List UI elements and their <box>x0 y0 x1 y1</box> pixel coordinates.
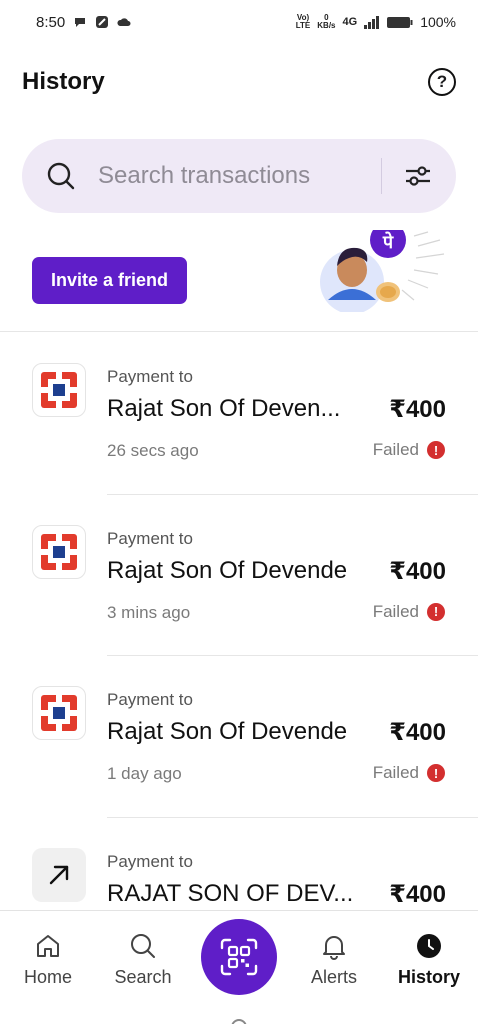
status-badge: Failed! <box>373 763 445 783</box>
home-icon <box>33 931 63 961</box>
payment-type: Payment to <box>107 367 193 386</box>
network-speed: 0 KB/s <box>317 13 336 30</box>
transaction-list: Payment to Rajat Son Of Deven... ₹400 26… <box>0 333 478 911</box>
alert-icon: ! <box>427 764 445 782</box>
transaction-row[interactable]: Payment to Rajat Son Of Devende ₹400 1 d… <box>0 656 478 818</box>
nav-history[interactable]: History <box>384 931 474 988</box>
status-text: Failed <box>372 763 419 782</box>
system-home-indicator <box>231 1019 247 1024</box>
payee-name: Rajat Son Of Devende <box>107 718 348 745</box>
payment-time: 3 mins ago <box>107 602 191 622</box>
cloud-icon <box>117 18 131 26</box>
transaction-row[interactable]: Payment to RAJAT SON OF DEV... ₹400 <box>0 818 478 912</box>
search-input[interactable] <box>98 162 348 190</box>
arrow-up-right-icon <box>32 847 86 902</box>
status-text: Failed <box>372 601 419 621</box>
invite-illustration: पे <box>320 230 445 312</box>
invite-banner: Invite a friend पे <box>0 228 478 332</box>
search-divider <box>381 158 382 194</box>
nav-history-label: History <box>397 967 460 987</box>
question-circle-icon: ? <box>436 72 448 91</box>
battery-icon <box>387 16 413 28</box>
payment-amount: ₹400 <box>389 880 446 908</box>
transaction-row[interactable]: Payment to Rajat Son Of Devende ₹400 3 m… <box>0 495 478 656</box>
search-icon <box>128 931 158 961</box>
payment-type: Payment to <box>107 851 193 871</box>
nav-home-label: Home <box>23 967 72 987</box>
scan-qr-button[interactable] <box>201 919 277 995</box>
battery-percent: 100% <box>420 14 456 30</box>
status-badge: Failed! <box>373 440 445 460</box>
payment-amount: ₹400 <box>389 719 446 746</box>
qr-scan-icon <box>220 938 258 976</box>
alert-icon: ! <box>427 441 445 459</box>
payment-amount: ₹400 <box>389 557 446 585</box>
status-bar: 8:50 Vo) LTE 0 KB/s 4G 100% <box>0 0 478 44</box>
help-button[interactable]: ? <box>428 68 456 96</box>
signal-icon <box>364 15 380 29</box>
bank-logo <box>32 524 86 579</box>
bottom-navigation: Home Search Alerts History <box>0 910 478 1024</box>
payee-name: RAJAT SON OF DEV... <box>107 879 354 907</box>
promo-badge-text: पे <box>382 231 394 253</box>
payment-amount: ₹400 <box>389 396 446 423</box>
bell-icon <box>319 931 349 961</box>
nav-search[interactable]: Search <box>98 931 188 988</box>
sliders-icon[interactable] <box>404 163 432 189</box>
nav-home[interactable]: Home <box>3 931 93 988</box>
status-text: Failed <box>372 440 419 459</box>
bank-logo <box>32 686 86 740</box>
status-badge: Failed! <box>373 602 445 622</box>
search-icon <box>47 162 75 190</box>
payment-type: Payment to <box>107 528 193 548</box>
payment-type: Payment to <box>107 690 193 709</box>
payee-name: Rajat Son Of Deven... <box>107 395 341 422</box>
clock-icon <box>414 931 444 961</box>
transaction-row[interactable]: Payment to Rajat Son Of Deven... ₹400 26… <box>0 333 478 495</box>
page-title: History <box>22 68 105 95</box>
payment-time: 1 day ago <box>107 764 182 783</box>
payee-name: Rajat Son Of Devende <box>107 556 348 584</box>
network-type: 4G <box>342 16 358 28</box>
invite-friend-button[interactable]: Invite a friend <box>32 257 187 304</box>
search-bar <box>22 139 456 213</box>
nav-search-label: Search <box>114 967 172 987</box>
chat-icon <box>75 18 86 27</box>
bank-logo <box>32 363 86 417</box>
nav-alerts[interactable]: Alerts <box>289 931 379 988</box>
volte-indicator: Vo) LTE <box>295 13 311 30</box>
status-time: 8:50 <box>36 13 66 31</box>
nav-alerts-label: Alerts <box>310 967 357 987</box>
payment-time: 26 secs ago <box>107 441 199 460</box>
page-header: History ? <box>22 62 456 102</box>
app-icon <box>96 16 109 28</box>
alert-icon: ! <box>427 602 445 621</box>
